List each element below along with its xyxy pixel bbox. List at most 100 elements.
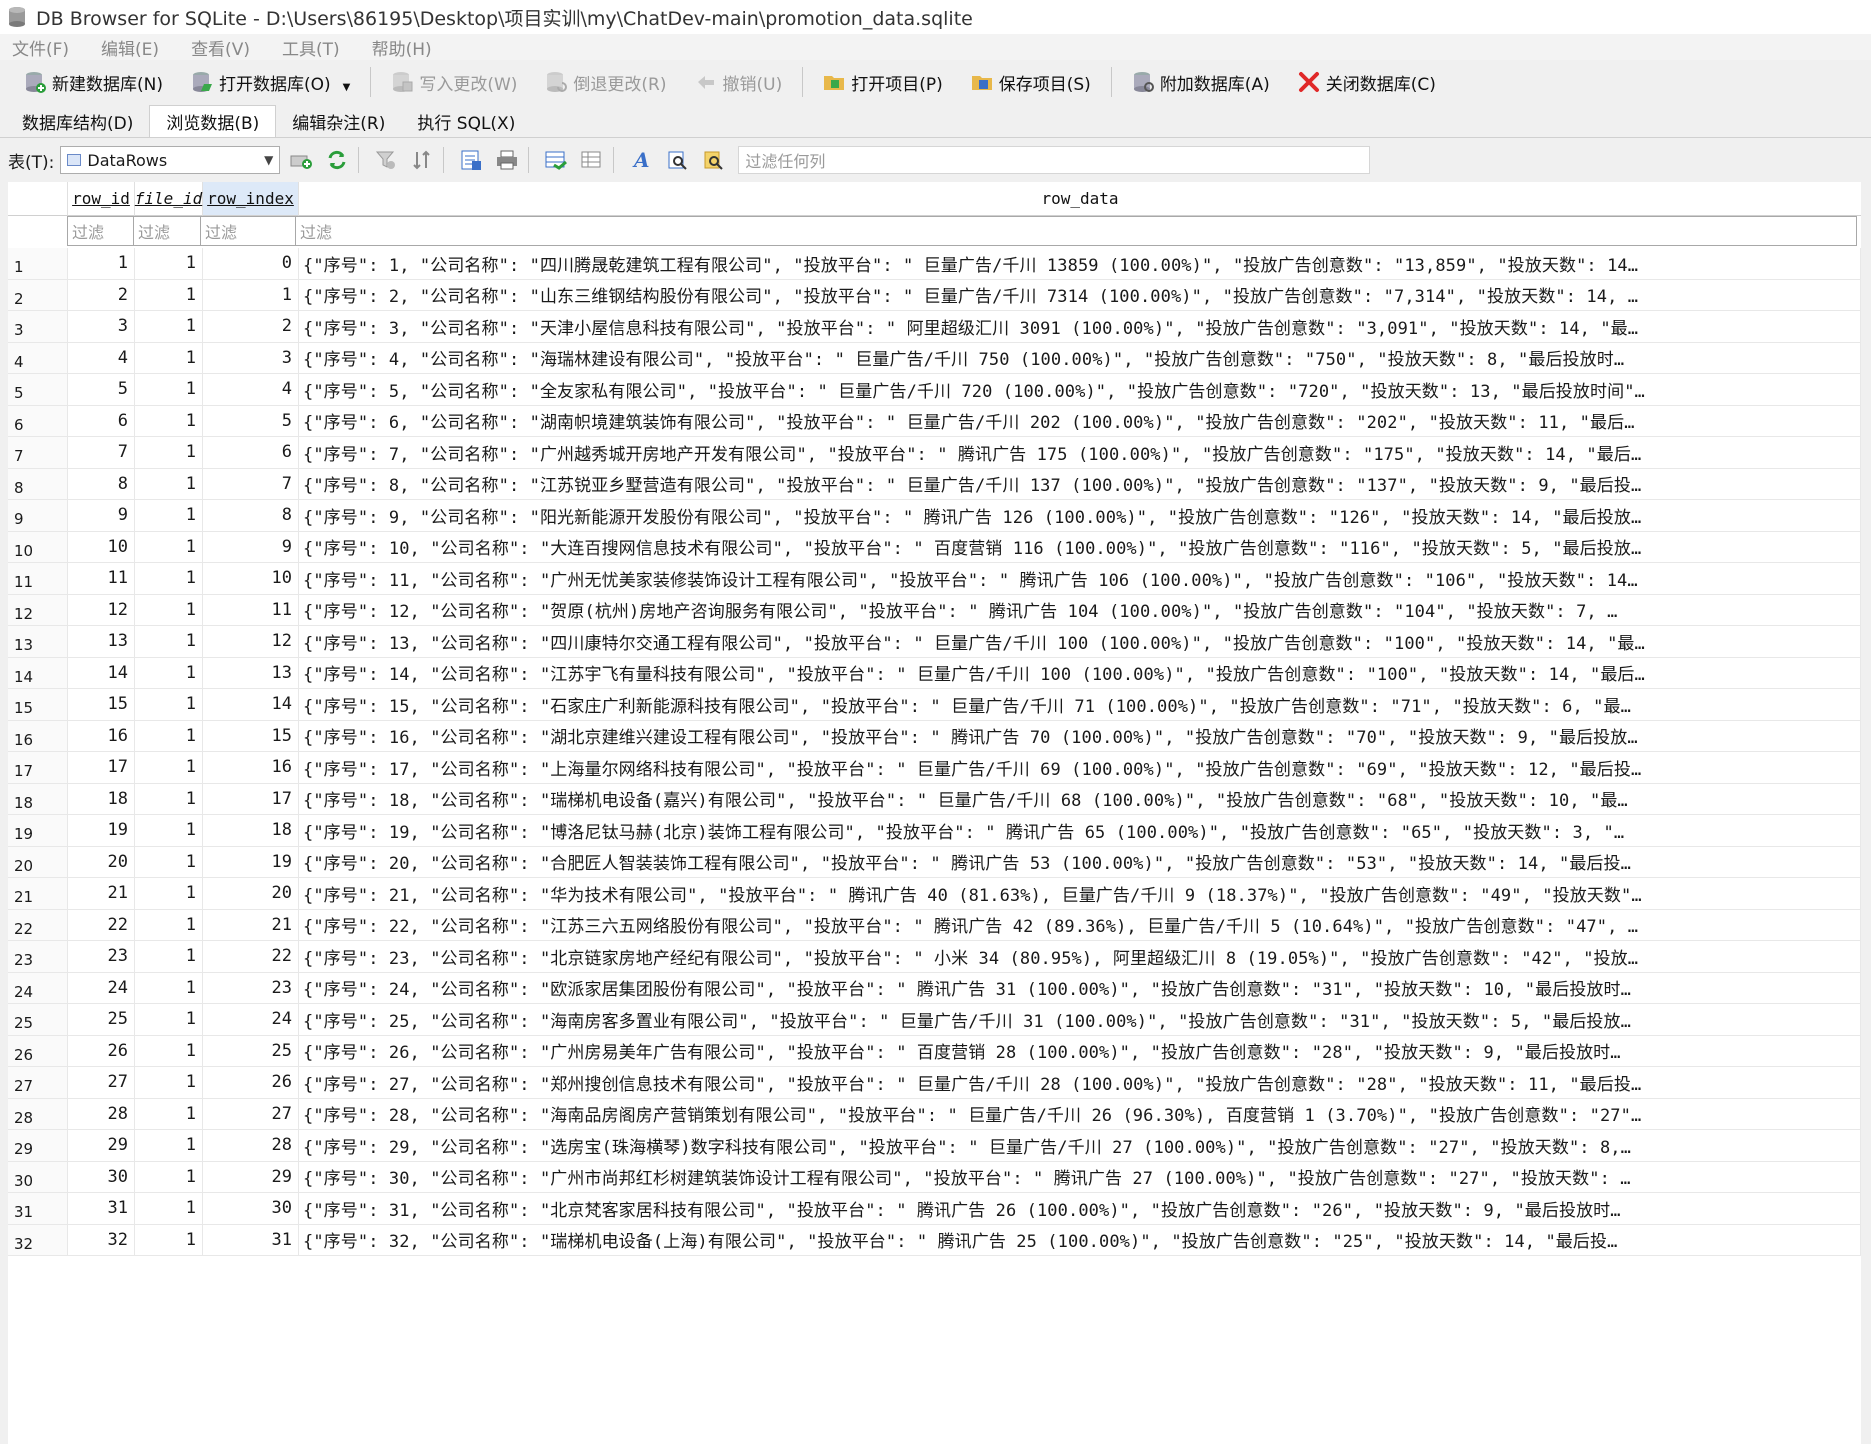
cell-row-index[interactable]: 17 xyxy=(203,783,299,814)
table-row[interactable]: 9 9 1 8 {"序号": 9, "公司名称": "阳光新能源开发股份有限公司", "… xyxy=(8,500,1861,532)
cell-row-data[interactable]: {"序号": 6, "公司名称": "湖南帜境建筑装饰有限公司", "投放平台"… xyxy=(299,405,1861,436)
row-number-cell[interactable]: 13 xyxy=(8,626,68,657)
cell-row-data[interactable]: {"序号": 28, "公司名称": "海南品房阁房产营销策划有限公司", "投… xyxy=(299,1098,1861,1129)
add-record-icon[interactable] xyxy=(286,146,316,174)
cell-row-index[interactable]: 16 xyxy=(203,752,299,783)
table-row[interactable]: 31 31 1 30 {"序号": 31, "公司名称": "北京梵客家居科技有限公司"… xyxy=(8,1193,1861,1225)
open-database-dropdown-icon[interactable]: ▼ xyxy=(343,82,351,93)
cell-row-id[interactable]: 16 xyxy=(68,720,135,751)
cell-row-id[interactable]: 15 xyxy=(68,689,135,720)
revert-changes-button[interactable]: 倒退更改(R) xyxy=(531,65,680,99)
cell-row-id[interactable]: 13 xyxy=(68,626,135,657)
cell-row-index[interactable]: 20 xyxy=(203,878,299,909)
cell-row-index[interactable]: 18 xyxy=(203,815,299,846)
row-number-cell[interactable]: 6 xyxy=(8,405,68,436)
column-header-row-id[interactable]: row_id xyxy=(68,182,135,216)
cell-row-data[interactable]: {"序号": 32, "公司名称": "瑞梯机电设备(上海)有限公司", "投放… xyxy=(299,1224,1861,1255)
cell-row-index[interactable]: 25 xyxy=(203,1035,299,1066)
cell-row-id[interactable]: 8 xyxy=(68,468,135,499)
cell-file-id[interactable]: 1 xyxy=(135,941,203,972)
cell-row-index[interactable]: 15 xyxy=(203,720,299,751)
cell-file-id[interactable]: 1 xyxy=(135,405,203,436)
table-row[interactable]: 7 7 1 6 {"序号": 7, "公司名称": "广州越秀城开房地产开发有限公司",… xyxy=(8,437,1861,469)
cell-row-id[interactable]: 19 xyxy=(68,815,135,846)
filter-input-file-id[interactable]: 过滤 xyxy=(133,216,201,246)
cell-row-index[interactable]: 9 xyxy=(203,531,299,562)
table-row[interactable]: 21 21 1 20 {"序号": 21, "公司名称": "华为技术有限公司", "投… xyxy=(8,878,1861,910)
row-number-cell[interactable]: 12 xyxy=(8,594,68,625)
cell-row-index[interactable]: 8 xyxy=(203,500,299,531)
menu-help[interactable]: 帮助(H) xyxy=(360,35,444,60)
cell-row-data[interactable]: {"序号": 13, "公司名称": "四川康特尔交通工程有限公司", "投放平… xyxy=(299,626,1861,657)
tab-browse-data[interactable]: 浏览数据(B) xyxy=(149,105,277,137)
cell-file-id[interactable]: 1 xyxy=(135,815,203,846)
cell-row-data[interactable]: {"序号": 2, "公司名称": "山东三维钢结构股份有限公司", "投放平台… xyxy=(299,279,1861,310)
cell-row-id[interactable]: 23 xyxy=(68,941,135,972)
cell-file-id[interactable]: 1 xyxy=(135,720,203,751)
row-number-cell[interactable]: 27 xyxy=(8,1067,68,1098)
table-row[interactable]: 13 13 1 12 {"序号": 13, "公司名称": "四川康特尔交通工程有限公司… xyxy=(8,626,1861,658)
cell-row-id[interactable]: 32 xyxy=(68,1224,135,1255)
cell-row-id[interactable]: 2 xyxy=(68,279,135,310)
cell-row-index[interactable]: 27 xyxy=(203,1098,299,1129)
cell-row-index[interactable]: 4 xyxy=(203,374,299,405)
row-number-cell[interactable]: 31 xyxy=(8,1193,68,1224)
cell-file-id[interactable]: 1 xyxy=(135,783,203,814)
cell-row-data[interactable]: {"序号": 8, "公司名称": "江苏锐亚乡墅营造有限公司", "投放平台"… xyxy=(299,468,1861,499)
save-results-icon[interactable] xyxy=(456,146,486,174)
table-row[interactable]: 11 11 1 10 {"序号": 11, "公司名称": "广州无忧美家装修装饰设计工… xyxy=(8,563,1861,595)
table-row[interactable]: 2 2 1 1 {"序号": 2, "公司名称": "山东三维钢结构股份有限公司", "… xyxy=(8,279,1861,311)
clear-filters-icon[interactable] xyxy=(371,146,401,174)
filter-any-column-input[interactable]: 过滤任何列 xyxy=(738,146,1371,174)
cell-row-id[interactable]: 30 xyxy=(68,1161,135,1192)
cell-row-index[interactable]: 11 xyxy=(203,594,299,625)
row-number-cell[interactable]: 2 xyxy=(8,279,68,310)
menu-edit[interactable]: 编辑(E) xyxy=(89,35,171,60)
column-header-row-index[interactable]: row_index xyxy=(203,182,299,216)
row-number-header[interactable] xyxy=(8,182,68,216)
cell-row-index[interactable]: 7 xyxy=(203,468,299,499)
column-header-row-data[interactable]: row_data xyxy=(299,182,1861,216)
cell-row-id[interactable]: 25 xyxy=(68,1004,135,1035)
cell-row-index[interactable]: 12 xyxy=(203,626,299,657)
cell-row-data[interactable]: {"序号": 25, "公司名称": "海南房客多置业有限公司", "投放平台"… xyxy=(299,1004,1861,1035)
text-format-icon[interactable]: A xyxy=(626,146,656,174)
cell-row-id[interactable]: 11 xyxy=(68,563,135,594)
table-row[interactable]: 28 28 1 27 {"序号": 28, "公司名称": "海南品房阁房产营销策划有限… xyxy=(8,1098,1861,1130)
cell-row-id[interactable]: 20 xyxy=(68,846,135,877)
row-number-cell[interactable]: 20 xyxy=(8,846,68,877)
tab-database-structure[interactable]: 数据库结构(D) xyxy=(6,105,149,137)
cell-file-id[interactable]: 1 xyxy=(135,342,203,373)
row-number-cell[interactable]: 23 xyxy=(8,941,68,972)
cell-row-id[interactable]: 9 xyxy=(68,500,135,531)
table-select[interactable]: DataRows ▼ xyxy=(60,146,281,174)
save-project-button[interactable]: 保存项目(S) xyxy=(957,65,1105,99)
filter-input-row-index[interactable]: 过滤 xyxy=(200,216,296,246)
attach-database-button[interactable]: 附加数据库(A) xyxy=(1118,65,1284,99)
row-number-cell[interactable]: 17 xyxy=(8,752,68,783)
cell-row-data[interactable]: {"序号": 27, "公司名称": "郑州搜创信息技术有限公司", "投放平台… xyxy=(299,1067,1861,1098)
table-row[interactable]: 15 15 1 14 {"序号": 15, "公司名称": "石家庄广利新能源科技有限公… xyxy=(8,689,1861,721)
cell-row-id[interactable]: 12 xyxy=(68,594,135,625)
cell-file-id[interactable]: 1 xyxy=(135,972,203,1003)
row-number-cell[interactable]: 10 xyxy=(8,531,68,562)
cell-row-id[interactable]: 27 xyxy=(68,1067,135,1098)
row-number-cell[interactable]: 9 xyxy=(8,500,68,531)
new-database-button[interactable]: 新建数据库(N) xyxy=(10,65,177,99)
cell-file-id[interactable]: 1 xyxy=(135,594,203,625)
cell-file-id[interactable]: 1 xyxy=(135,531,203,562)
cell-file-id[interactable]: 1 xyxy=(135,878,203,909)
print-icon[interactable] xyxy=(492,146,522,174)
cell-row-index[interactable]: 21 xyxy=(203,909,299,940)
go-to-record-icon[interactable] xyxy=(541,146,571,174)
cell-row-id[interactable]: 29 xyxy=(68,1130,135,1161)
cell-file-id[interactable]: 1 xyxy=(135,279,203,310)
row-number-cell[interactable]: 4 xyxy=(8,342,68,373)
table-row[interactable]: 26 26 1 25 {"序号": 26, "公司名称": "广州房易美年广告有限公司"… xyxy=(8,1035,1861,1067)
cell-file-id[interactable]: 1 xyxy=(135,311,203,342)
write-changes-button[interactable]: 写入更改(W) xyxy=(377,65,531,99)
menu-view[interactable]: 查看(V) xyxy=(179,35,262,60)
column-header-file-id[interactable]: file_id xyxy=(135,182,203,216)
table-row[interactable]: 29 29 1 28 {"序号": 29, "公司名称": "选房宝(珠海横琴)数字科技… xyxy=(8,1130,1861,1162)
cell-row-id[interactable]: 22 xyxy=(68,909,135,940)
